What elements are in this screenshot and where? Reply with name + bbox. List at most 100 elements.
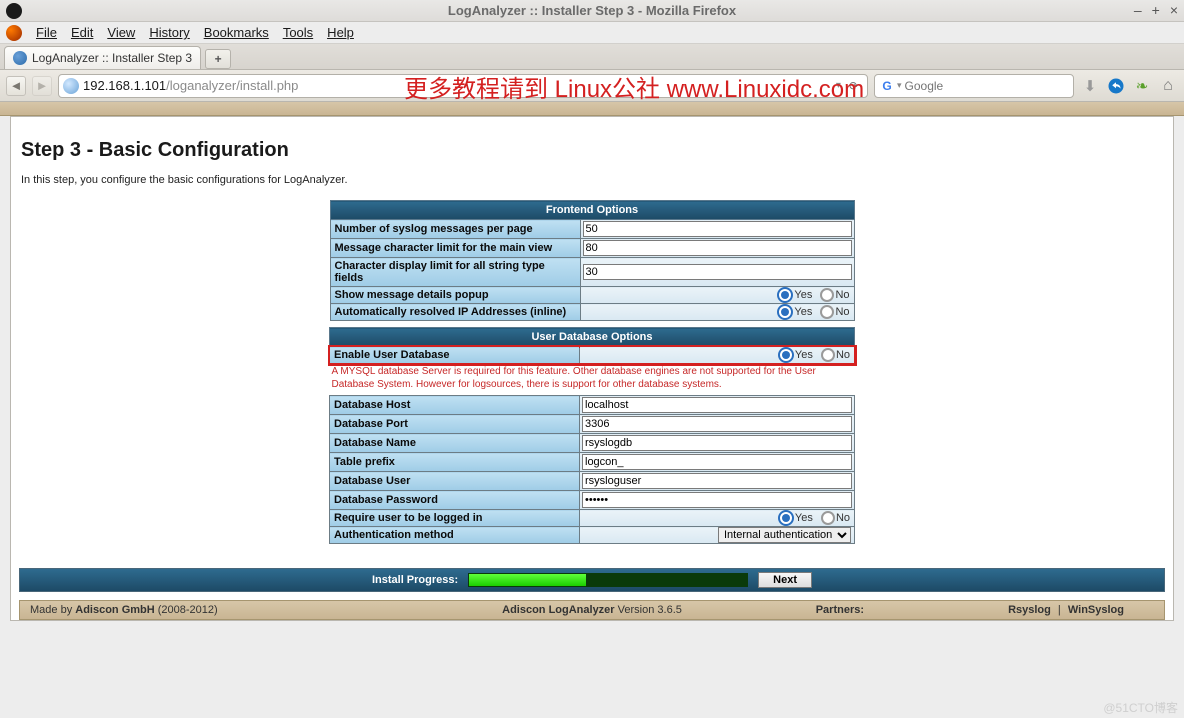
downloads-icon[interactable]: ⬇ <box>1080 76 1100 96</box>
dbpass-input[interactable] <box>582 492 852 508</box>
charlimit-label: Message character limit for the main vie… <box>330 239 580 258</box>
url-path: /loganalyzer/install.php <box>166 78 298 93</box>
mysql-note: A MYSQL database Server is required for … <box>330 364 855 395</box>
window-maximize-icon[interactable]: + <box>1152 2 1160 18</box>
userdb-options-table: User Database Options Enable User Databa… <box>329 327 855 544</box>
window-title: LogAnalyzer :: Installer Step 3 - Mozill… <box>0 3 1184 18</box>
userdb-section-header: User Database Options <box>330 328 855 347</box>
menu-view[interactable]: View <box>107 25 135 40</box>
dbuser-label: Database User <box>330 472 580 491</box>
share-icon[interactable] <box>1106 76 1126 96</box>
perpage-input[interactable] <box>583 221 852 237</box>
resolveip-no-radio[interactable] <box>820 305 834 319</box>
menu-file[interactable]: File <box>36 25 57 40</box>
page-content: Step 3 - Basic Configuration In this ste… <box>19 139 1165 620</box>
window-close-icon[interactable]: × <box>1170 2 1178 18</box>
tab-favicon <box>13 51 27 65</box>
popup-yes-radio[interactable] <box>777 287 793 303</box>
browser-tab[interactable]: LogAnalyzer :: Installer Step 3 <box>4 46 201 69</box>
sub-toolbar <box>0 102 1184 116</box>
require-no-radio[interactable] <box>821 511 835 525</box>
enabledb-label: Enable User Database <box>330 347 580 364</box>
menu-tools[interactable]: Tools <box>283 25 313 40</box>
authmethod-select[interactable]: Internal authentication <box>718 527 851 543</box>
resolveip-no-label: No <box>835 306 849 318</box>
footer-version: Version 3.6.5 <box>615 604 682 616</box>
require-yes-radio[interactable] <box>778 510 794 526</box>
enabledb-yes-label: Yes <box>795 349 813 361</box>
require-yes-label: Yes <box>795 512 813 524</box>
progress-track <box>468 573 748 587</box>
dbhost-input[interactable] <box>582 397 852 413</box>
globe-icon <box>63 78 79 94</box>
tblprefix-label: Table prefix <box>330 453 580 472</box>
next-button[interactable]: Next <box>758 572 812 588</box>
tab-title: LogAnalyzer :: Installer Step 3 <box>32 51 192 65</box>
menu-help[interactable]: Help <box>327 25 354 40</box>
resolveip-yes-radio[interactable] <box>777 304 793 320</box>
authmethod-label: Authentication method <box>330 527 580 544</box>
window-titlebar: LogAnalyzer :: Installer Step 3 - Mozill… <box>0 0 1184 22</box>
progress-fill <box>469 574 586 586</box>
require-login-label: Require user to be logged in <box>330 510 580 527</box>
leaf-icon[interactable]: ❧ <box>1132 76 1152 96</box>
dbport-label: Database Port <box>330 415 580 434</box>
plus-icon: + <box>215 52 222 66</box>
enabledb-yes-radio[interactable] <box>778 347 794 363</box>
frontend-section-header: Frontend Options <box>330 201 854 220</box>
home-icon[interactable]: ⌂ <box>1158 76 1178 96</box>
url-host: 192.168.1.101 <box>83 78 166 93</box>
dbport-input[interactable] <box>582 416 852 432</box>
dbname-input[interactable] <box>582 435 852 451</box>
enabledb-no-radio[interactable] <box>821 348 835 362</box>
new-tab-button[interactable]: + <box>205 49 231 69</box>
link-winsyslog[interactable]: WinSyslog <box>1068 604 1124 616</box>
enabledb-no-label: No <box>836 349 850 361</box>
tblprefix-input[interactable] <box>582 454 852 470</box>
dbuser-input[interactable] <box>582 473 852 489</box>
perpage-label: Number of syslog messages per page <box>330 220 580 239</box>
overlay-watermark: 更多教程请到 Linux公社 www.Linuxidc.com <box>404 69 864 104</box>
partners-label: Partners: <box>816 604 864 616</box>
url-bar[interactable]: 192.168.1.101/loganalyzer/install.php 更多… <box>58 74 868 98</box>
search-input[interactable] <box>905 79 1069 93</box>
dbpass-label: Database Password <box>330 491 580 510</box>
install-progress-bar: Install Progress: Next <box>19 568 1165 592</box>
popup-yes-label: Yes <box>794 289 812 301</box>
forward-button[interactable]: ► <box>32 76 52 96</box>
menu-edit[interactable]: Edit <box>71 25 93 40</box>
search-bar[interactable]: G ▾ <box>874 74 1074 98</box>
menu-history[interactable]: History <box>149 25 189 40</box>
corner-watermark: @51CTO博客 <box>1103 699 1178 716</box>
displaylimit-input[interactable] <box>583 264 852 280</box>
resolveip-label: Automatically resolved IP Addresses (inl… <box>330 304 580 321</box>
popup-label: Show message details popup <box>330 287 580 304</box>
footer-product: Adiscon LogAnalyzer <box>502 604 614 616</box>
firefox-icon <box>6 25 22 41</box>
dbname-label: Database Name <box>330 434 580 453</box>
menu-bookmarks[interactable]: Bookmarks <box>204 25 269 40</box>
window-minimize-icon[interactable]: – <box>1134 2 1142 18</box>
frontend-options-table: Frontend Options Number of syslog messag… <box>330 200 855 321</box>
search-engine-icon[interactable]: G <box>879 78 895 94</box>
popup-no-label: No <box>835 289 849 301</box>
back-button[interactable]: ◄ <box>6 76 26 96</box>
search-engine-chevron-icon[interactable]: ▾ <box>897 80 902 91</box>
url-history-chevron-icon[interactable]: ▾ <box>832 80 845 91</box>
page-heading: Step 3 - Basic Configuration <box>21 139 1165 162</box>
displaylimit-label: Character display limit for all string t… <box>330 258 580 287</box>
progress-label: Install Progress: <box>372 574 458 586</box>
resolveip-yes-label: Yes <box>794 306 812 318</box>
nav-toolbar: ◄ ► 192.168.1.101/loganalyzer/install.ph… <box>0 70 1184 102</box>
dbhost-label: Database Host <box>330 396 580 415</box>
tab-bar: LogAnalyzer :: Installer Step 3 + <box>0 44 1184 70</box>
require-no-label: No <box>836 512 850 524</box>
separator: | <box>1055 604 1064 616</box>
page-intro: In this step, you configure the basic co… <box>19 174 1165 186</box>
popup-no-radio[interactable] <box>820 288 834 302</box>
menu-bar: File Edit View History Bookmarks Tools H… <box>0 22 1184 44</box>
footer-credits: Made by Adiscon GmbH (2008-2012) Adiscon… <box>19 600 1165 620</box>
reload-icon[interactable]: ⟳ <box>845 79 863 93</box>
link-rsyslog[interactable]: Rsyslog <box>1008 604 1051 616</box>
charlimit-input[interactable] <box>583 240 852 256</box>
